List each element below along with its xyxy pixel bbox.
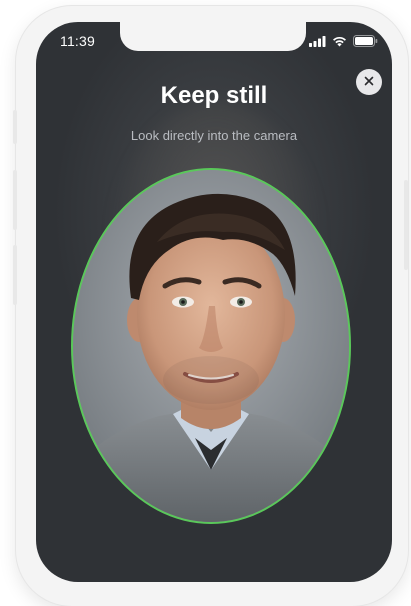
face-portrait-image: [73, 170, 349, 522]
page-subtitle: Look directly into the camera: [130, 128, 298, 143]
volume-down-button: [13, 245, 17, 305]
status-icons: [309, 35, 378, 47]
signal-icon: [309, 35, 326, 47]
notch: [120, 22, 306, 51]
status-time: 11:39: [60, 33, 95, 49]
wifi-icon: [332, 36, 347, 47]
phone-screen: 11:39 Keep still Look directly into the …: [36, 22, 392, 582]
page-title: Keep still: [160, 82, 268, 109]
mute-switch: [13, 110, 17, 144]
face-capture-frame: [71, 168, 351, 524]
volume-up-button: [13, 170, 17, 230]
power-button: [404, 180, 408, 270]
battery-icon: [353, 35, 378, 47]
